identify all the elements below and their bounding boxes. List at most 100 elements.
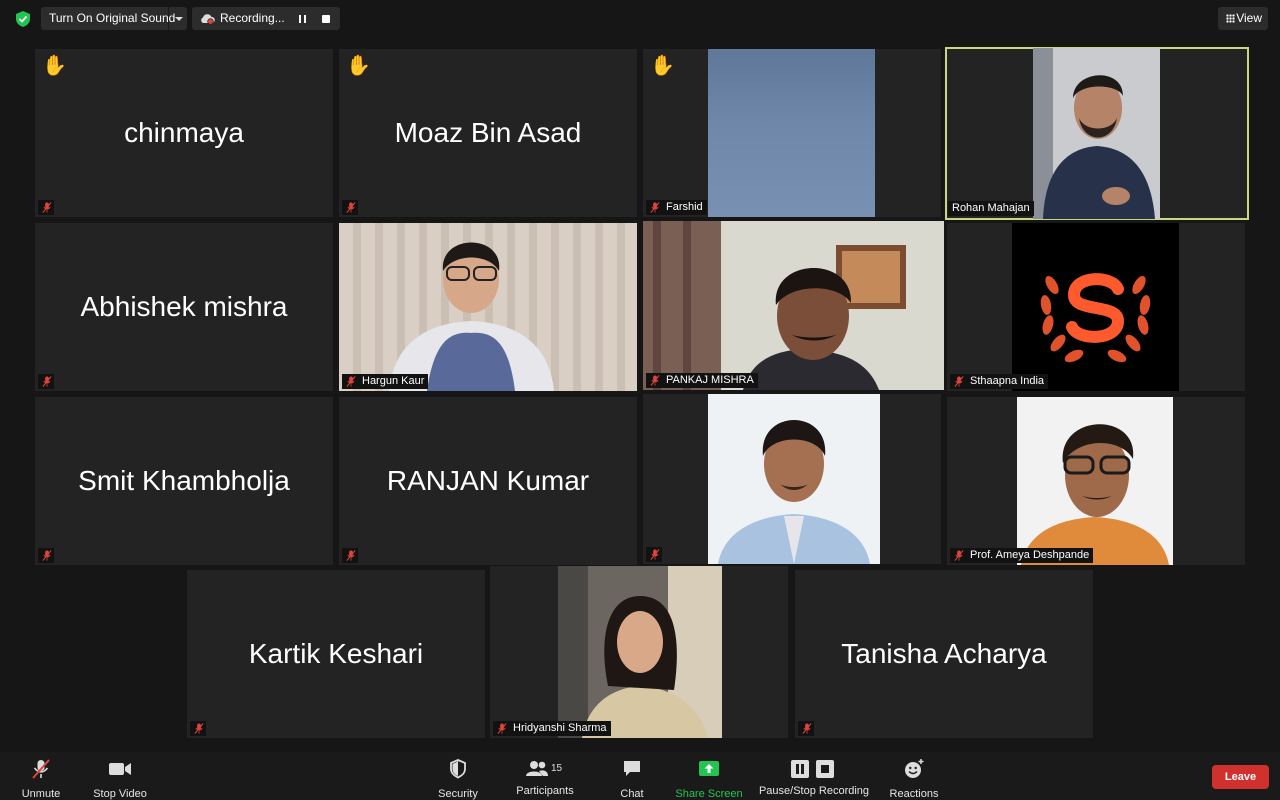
person-silhouette <box>558 566 722 738</box>
security-label: Security <box>438 788 478 800</box>
participants-icon-group: 15 <box>525 758 565 780</box>
leave-button[interactable]: Leave <box>1212 765 1269 789</box>
mic-off-icon <box>650 549 660 560</box>
mic-off-icon <box>346 202 356 213</box>
original-sound-button[interactable]: Turn On Original Sound <box>41 7 187 30</box>
participant-name-large: chinmaya <box>124 117 244 148</box>
reactions-button[interactable]: Reactions <box>886 758 942 800</box>
participant-label: Hridyanshi Sharma <box>493 721 611 736</box>
participant-name-large: Abhishek mishra <box>80 291 288 322</box>
participants-count: 15 <box>551 763 563 774</box>
participant-name-large: Kartik Keshari <box>248 638 424 669</box>
participant-name: Farshid <box>666 201 703 213</box>
mic-off-icon <box>954 376 964 387</box>
raised-hand-icon: ✋ <box>346 55 371 77</box>
share-screen-button[interactable]: Share Screen <box>673 758 745 800</box>
participant-label <box>38 548 54 563</box>
person-silhouette <box>643 221 906 390</box>
participant-tile[interactable]: Smit Khambholja <box>35 397 333 565</box>
participant-tile[interactable]: Abhishek mishra <box>35 223 333 391</box>
unmute-label: Unmute <box>21 788 61 800</box>
recording-label: Recording... <box>220 11 285 25</box>
mic-off-icon <box>42 550 52 561</box>
mic-off-icon <box>194 723 204 734</box>
view-button[interactable]: View <box>1218 7 1268 30</box>
security-shield-icon[interactable] <box>14 10 32 28</box>
participant-label: Rohan Mahajan <box>948 201 1034 216</box>
participant-label <box>38 374 54 389</box>
participant-tile[interactable]: Sthaapna India <box>947 223 1245 391</box>
participant-tile[interactable]: ✋ chinmaya <box>35 49 333 217</box>
participant-label <box>190 721 206 736</box>
participant-label: Prof. Ameya Deshpande <box>950 548 1094 563</box>
emoji-reaction-icon <box>905 759 924 778</box>
person-silhouette <box>718 420 870 564</box>
participant-tile[interactable]: ✋ Farshid <box>643 49 941 217</box>
participant-name: PANKAJ MISHRA <box>666 374 754 386</box>
mic-off-icon <box>650 375 660 386</box>
participant-tile[interactable]: Kartik Keshari <box>187 570 485 738</box>
participant-label <box>342 200 358 215</box>
participant-label <box>38 200 54 215</box>
participant-label: PANKAJ MISHRA <box>646 373 758 388</box>
participant-name: Hargun Kaur <box>362 375 425 387</box>
participant-name: Prof. Ameya Deshpande <box>970 549 1090 561</box>
mic-off-icon <box>42 202 52 213</box>
participant-tile[interactable]: PANKAJ MISHRA <box>643 221 944 390</box>
video-feed <box>558 566 722 738</box>
video-camera-icon <box>109 763 131 775</box>
person-silhouette <box>1033 48 1160 219</box>
person-silhouette <box>389 242 554 391</box>
mic-off-icon <box>32 759 50 779</box>
participant-label: Sthaapna India <box>950 374 1049 389</box>
stop-recording-icon[interactable] <box>322 15 330 23</box>
participant-name: Sthaapna India <box>970 375 1045 387</box>
mic-off-icon <box>346 550 356 561</box>
participant-tile[interactable]: Hargun Kaur <box>339 223 637 391</box>
mic-off-icon <box>954 550 964 561</box>
participants-button[interactable]: 15 Participants <box>512 758 578 797</box>
pause-stop-recording-button[interactable]: Pause/Stop Recording <box>756 758 872 797</box>
meeting-controls-toolbar: Unmute Stop Video Security 15 Participan… <box>0 752 1280 800</box>
video-feed <box>1017 397 1173 565</box>
grid-view-icon <box>1226 14 1235 23</box>
video-feed <box>708 49 875 217</box>
cloud-recording-icon <box>201 14 215 25</box>
chat-button[interactable]: Chat <box>610 758 654 800</box>
participant-name-large: Smit Khambholja <box>78 465 290 496</box>
participant-label: Farshid <box>646 200 707 215</box>
participant-name-large: RANJAN Kumar <box>386 465 590 496</box>
pause-icon <box>791 760 809 778</box>
chat-label: Chat <box>620 788 644 800</box>
mic-off-icon <box>497 723 507 734</box>
chevron-down-icon[interactable] <box>168 7 187 30</box>
participant-tile[interactable]: Prof. Ameya Deshpande <box>947 397 1245 565</box>
participant-tile[interactable]: Hridyanshi Sharma <box>490 566 788 738</box>
video-feed <box>1033 48 1160 219</box>
unmute-button[interactable]: Unmute <box>14 758 68 800</box>
pause-recording-icon[interactable] <box>299 15 306 23</box>
participant-name-large: Tanisha Acharya <box>841 638 1047 669</box>
stop-icon <box>816 760 834 778</box>
participant-label <box>342 548 358 563</box>
chat-bubble-icon <box>624 761 640 776</box>
participant-tile[interactable]: Tanisha Acharya <box>795 570 1093 738</box>
video-feed <box>339 223 637 391</box>
recording-control-label: Pause/Stop Recording <box>758 785 870 797</box>
participant-label: Hargun Kaur <box>342 374 429 389</box>
logo-s-laurel-icon <box>1040 273 1151 363</box>
mic-off-icon <box>346 376 356 387</box>
stop-video-button[interactable]: Stop Video <box>88 758 152 800</box>
participant-label <box>646 547 662 562</box>
original-sound-label: Turn On Original Sound <box>49 11 176 25</box>
participant-tile[interactable]: RANJAN Kumar <box>339 397 637 565</box>
participant-tile[interactable] <box>643 394 941 564</box>
participant-tile-active-speaker[interactable]: Rohan Mahajan <box>945 47 1249 220</box>
participants-label: Participants <box>516 785 574 797</box>
participant-tile[interactable]: ✋ Moaz Bin Asad <box>339 49 637 217</box>
security-button[interactable]: Security <box>432 758 484 800</box>
participant-name: Hridyanshi Sharma <box>513 722 607 734</box>
mic-off-icon <box>802 723 812 734</box>
raised-hand-icon: ✋ <box>650 55 675 77</box>
share-screen-label: Share Screen <box>675 788 743 800</box>
